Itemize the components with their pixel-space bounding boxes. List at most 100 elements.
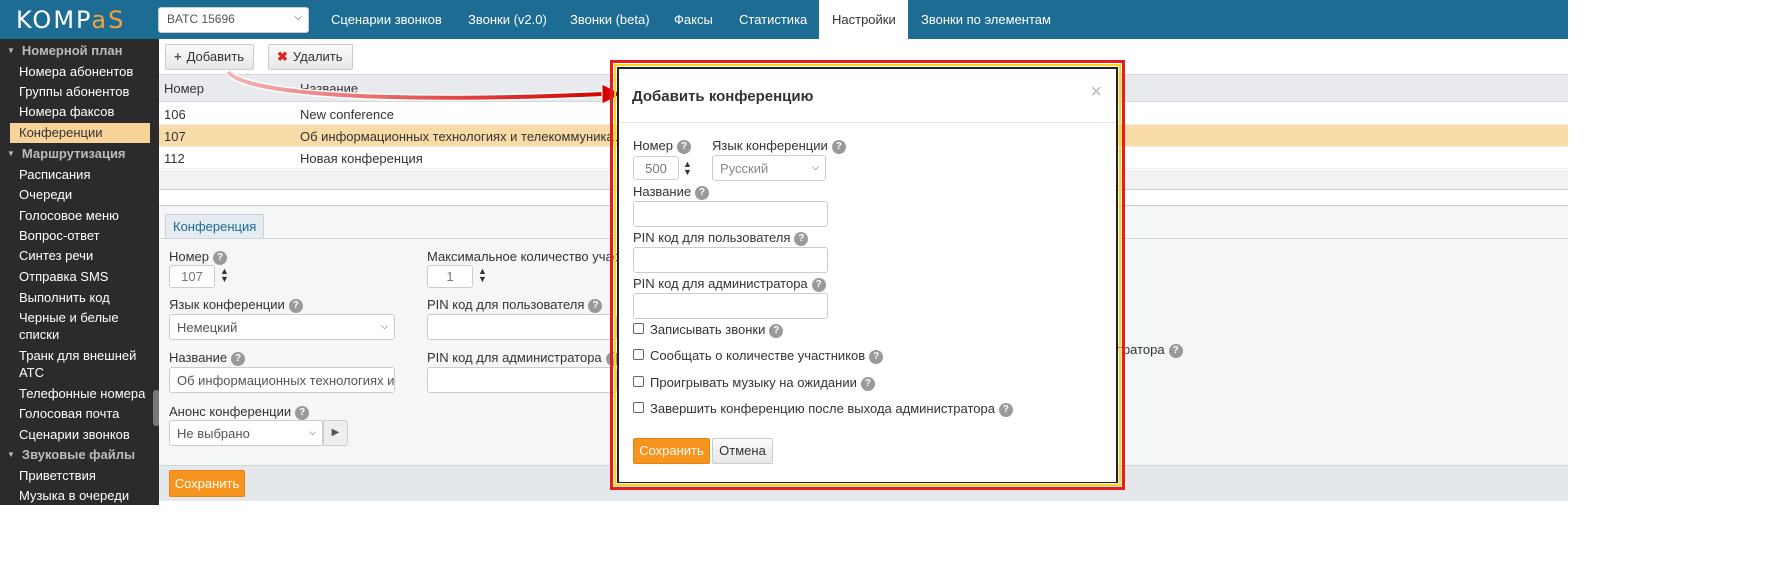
help-icon[interactable]: ?: [794, 232, 809, 246]
sidebar-item-question-answer[interactable]: Вопрос-ответ: [19, 227, 151, 244]
tab-call-scenarios[interactable]: Сценарии звонков: [318, 0, 455, 39]
play-icon[interactable]: ▶: [323, 420, 348, 446]
name-label: Название?: [169, 350, 246, 366]
help-icon[interactable]: ?: [213, 251, 228, 265]
add-button[interactable]: + Добавить: [165, 44, 255, 70]
cell-name: Новая конференция: [300, 151, 423, 166]
sidebar-item-send-sms[interactable]: Отправка SMS: [19, 268, 151, 285]
number-spinner[interactable]: ▲ ▼: [220, 267, 229, 284]
sidebar-item-execute-code[interactable]: Выполнить код: [19, 289, 151, 306]
triangle-down-icon: ▼: [7, 450, 15, 459]
help-icon[interactable]: ?: [295, 406, 310, 420]
help-icon[interactable]: ?: [677, 140, 692, 154]
tab-settings[interactable]: Настройки: [819, 0, 908, 39]
help-icon[interactable]: ?: [831, 140, 846, 154]
sidebar-item-fax-numbers[interactable]: Номера факсов: [19, 103, 151, 120]
announce-select[interactable]: Не выбрано ⌵: [169, 420, 323, 446]
column-header-name[interactable]: Название: [300, 81, 358, 96]
plus-icon: +: [174, 49, 182, 64]
dialog-divider: [619, 122, 1116, 123]
tab-calls-v2[interactable]: Звонки (v2.0): [455, 0, 560, 39]
cell-number: 107: [164, 129, 186, 144]
chevron-down-icon: ⌵: [294, 12, 302, 23]
dialog-title: Добавить конференцию: [632, 88, 814, 105]
hold-music-label[interactable]: Проигрывать музыку на ожидании?: [650, 375, 875, 391]
user-pin-input[interactable]: [427, 314, 617, 340]
language-label: Язык конференции?: [169, 297, 303, 313]
dialog-save-button[interactable]: Сохранить: [633, 438, 710, 464]
help-icon[interactable]: ?: [869, 350, 884, 364]
delete-icon: ✖: [277, 49, 288, 64]
sidebar-item-speech-synthesis[interactable]: Синтез речи: [19, 247, 151, 264]
max-participants-input[interactable]: 1: [427, 265, 473, 288]
sidebar-item-greetings[interactable]: Приветствия: [19, 467, 151, 484]
sidebar-item-black-white-lists[interactable]: Черные и белые списки: [19, 309, 151, 343]
sidebar-section-sound-files[interactable]: ▼ Звуковые файлы: [7, 447, 135, 462]
hold-music-checkbox[interactable]: [633, 376, 644, 387]
top-navigation-bar: KOMPaS BATC 15696 ⌵ Сценарии звонков Звон…: [0, 0, 1568, 39]
help-icon[interactable]: ?: [998, 403, 1013, 417]
help-icon[interactable]: ?: [588, 299, 603, 313]
number-input[interactable]: 107: [169, 265, 215, 288]
sidebar-section-numbering-plan[interactable]: ▼ Номерной план: [7, 43, 122, 58]
sidebar-item-call-scenarios[interactable]: Сценарии звонков: [19, 426, 151, 443]
max-participants-spinner[interactable]: ▲ ▼: [478, 267, 487, 284]
help-icon[interactable]: ?: [1168, 344, 1183, 358]
help-icon[interactable]: ?: [288, 299, 303, 313]
sidebar-item-voicemail[interactable]: Голосовая почта: [19, 405, 151, 422]
dialog-number-input[interactable]: 500: [633, 156, 679, 180]
dialog-name-input[interactable]: [633, 201, 828, 227]
cell-name: New conference: [300, 107, 394, 122]
dialog-admin-pin-input[interactable]: [633, 293, 828, 319]
dialog-language-select[interactable]: Русский ⌵: [712, 155, 826, 181]
user-pin-label: PIN код для пользователя?: [427, 297, 603, 313]
end-on-admin-exit-checkbox[interactable]: [633, 402, 644, 413]
admin-pin-input[interactable]: [427, 367, 617, 393]
sidebar-item-phone-numbers[interactable]: Телефонные номера: [19, 385, 151, 402]
help-icon[interactable]: ?: [769, 324, 784, 338]
chevron-down-icon: ⌵: [812, 162, 819, 172]
tab-faxes[interactable]: Факсы: [661, 0, 726, 39]
tab-calls-beta[interactable]: Звонки (beta): [557, 0, 663, 39]
delete-button[interactable]: ✖ Удалить: [268, 44, 353, 70]
admin-pin-label: PIN код для администратора?: [427, 350, 620, 366]
announce-label: Анонс конференции?: [169, 404, 310, 420]
dialog-user-pin-input[interactable]: [633, 247, 828, 273]
column-header-number[interactable]: Номер: [164, 81, 204, 96]
record-calls-checkbox[interactable]: [633, 323, 644, 334]
dialog-cancel-button[interactable]: Отмена: [712, 438, 773, 464]
komPAS-logo[interactable]: KOMPaS: [16, 6, 125, 34]
language-select[interactable]: Немецкий ⌵: [169, 314, 395, 340]
sidebar-item-queue-music[interactable]: Музыка в очереди: [19, 487, 151, 504]
end-on-admin-exit-label[interactable]: Завершить конференцию после выхода админ…: [650, 401, 1013, 417]
sidebar-item-subscriber-groups[interactable]: Группы абонентов: [19, 83, 151, 100]
sidebar-item-subscriber-numbers[interactable]: Номера абонентов: [19, 63, 151, 80]
tab-calls-by-elements[interactable]: Звонки по элементам: [908, 0, 1064, 39]
sidebar-item-queues[interactable]: Очереди: [19, 186, 151, 203]
record-calls-label[interactable]: Записывать звонки?: [650, 322, 784, 338]
tab-statistics[interactable]: Статистика: [726, 0, 820, 39]
name-input[interactable]: Об информационных технологиях и телекомм…: [169, 367, 395, 393]
dialog-number-label: Номер?: [633, 138, 692, 154]
cell-number: 106: [164, 107, 186, 122]
dialog-number-spinner[interactable]: ▲ ▼: [683, 160, 692, 177]
announce-count-label[interactable]: Сообщать о количестве участников?: [650, 348, 884, 364]
close-icon[interactable]: ×: [1090, 81, 1102, 104]
dialog-admin-pin-label: PIN код для администратора?: [633, 276, 826, 292]
help-icon[interactable]: ?: [811, 278, 826, 292]
help-icon[interactable]: ?: [695, 186, 710, 200]
announce-count-checkbox[interactable]: [633, 349, 644, 360]
sidebar-item-external-trunk[interactable]: Транк для внешней АТС: [19, 347, 151, 381]
chevron-down-icon: ⌵: [309, 427, 316, 437]
sidebar-item-schedules[interactable]: Расписания: [19, 166, 151, 183]
sidebar-item-conferences[interactable]: Конференции: [10, 123, 150, 143]
dialog-user-pin-label: PIN код для пользователя?: [633, 230, 809, 246]
help-icon[interactable]: ?: [231, 352, 246, 366]
sidebar-item-voice-menu[interactable]: Голосовое меню: [19, 207, 151, 224]
chevron-down-icon: ⌵: [381, 321, 388, 331]
ats-selector[interactable]: BATC 15696 ⌵: [158, 7, 309, 33]
tab-conference[interactable]: Конференция: [165, 214, 265, 238]
sidebar-section-routing[interactable]: ▼ Маршрутизация: [7, 146, 126, 161]
save-button[interactable]: Сохранить: [169, 470, 245, 497]
help-icon[interactable]: ?: [860, 377, 875, 391]
